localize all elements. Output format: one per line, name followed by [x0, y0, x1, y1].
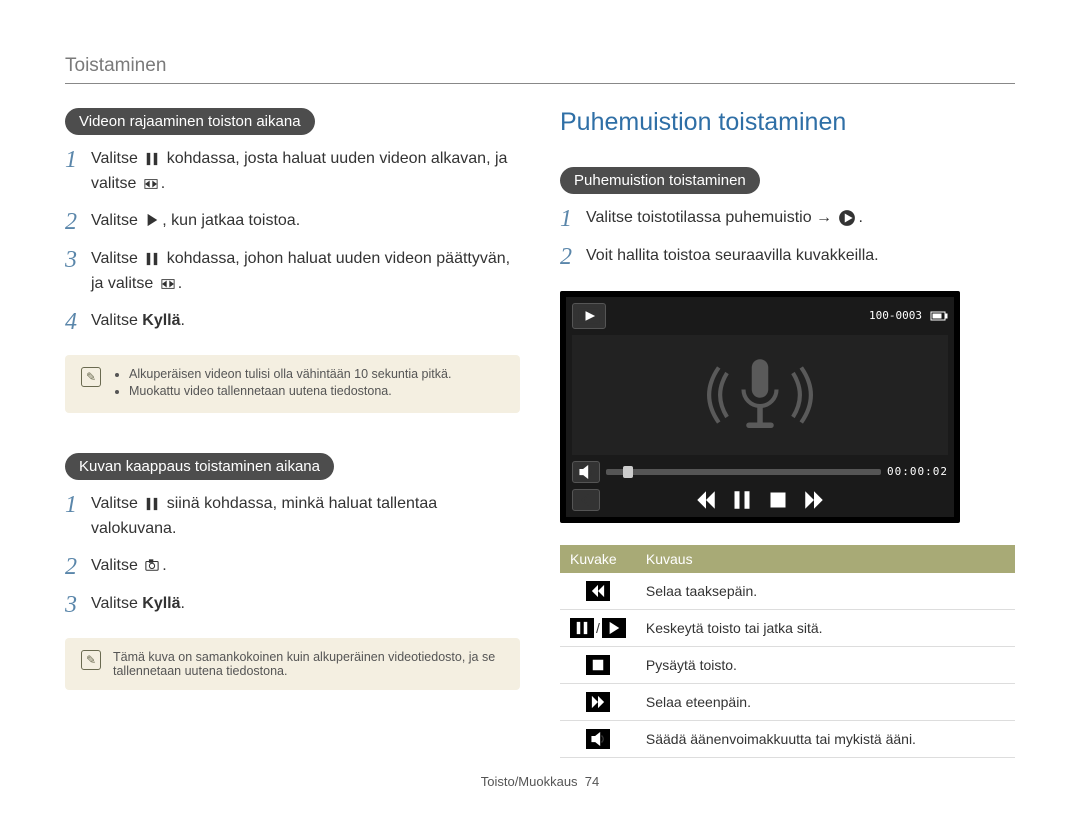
folder-label: 100-0003: [869, 309, 922, 322]
desc: Selaa taaksepäin.: [636, 573, 1015, 610]
desc: Selaa eteenpäin.: [636, 683, 1015, 720]
page-footer: Toisto/Muokkaus 74: [0, 774, 1080, 789]
left-column: Videon rajaaminen toiston aikana 1 Valit…: [65, 108, 520, 758]
note-item: Muokattu video tallennetaan uutena tiedo…: [129, 384, 451, 398]
pause-icon: [144, 252, 160, 266]
step-text: Voit hallita toistoa seuraavilla kuvakke…: [586, 244, 1015, 269]
table-row: Selaa taaksepäin.: [560, 573, 1015, 610]
right-column: Puhemuistion toistaminen Puhemuistion to…: [560, 108, 1015, 758]
step-number: 1: [65, 492, 91, 518]
pause-icon: [570, 618, 594, 638]
playback-mode-icon: [572, 303, 606, 329]
note-icon: ✎: [81, 367, 101, 387]
rewind-icon: [696, 490, 716, 510]
volume-button: [572, 461, 600, 483]
step-text: Valitse kohdassa, josta haluat uuden vid…: [91, 147, 520, 197]
step-number: 1: [65, 147, 91, 173]
elapsed-time: 00:00:02: [887, 465, 948, 478]
rule: [65, 83, 1015, 84]
table-row: Selaa eteenpäin.: [560, 683, 1015, 720]
pill-capture: Kuvan kaappaus toistaminen aikana: [65, 453, 334, 480]
step-number: 1: [560, 206, 586, 232]
step-number: 3: [65, 592, 91, 618]
device-screenshot: 100-0003: [560, 291, 960, 523]
mic-graphic: [572, 335, 948, 455]
play-icon: [602, 618, 626, 638]
trim-icon: [143, 177, 159, 191]
back-button: [572, 489, 600, 511]
th-desc: Kuvaus: [636, 545, 1015, 573]
table-row: / Keskeytä toisto tai jatka sitä.: [560, 609, 1015, 646]
columns: Videon rajaaminen toiston aikana 1 Valit…: [65, 108, 1015, 758]
step-text: Valitse kohdassa, johon haluat uuden vid…: [91, 247, 520, 297]
step-text: Valitse Kyllä.: [91, 309, 520, 334]
note-text: Tämä kuva on samankokoinen kuin alkuperä…: [113, 650, 504, 678]
desc: Säädä äänenvoimakkuutta tai mykistä ääni…: [636, 720, 1015, 757]
note-item: Alkuperäisen videon tulisi olla vähintää…: [129, 367, 451, 381]
stop-icon: [586, 655, 610, 675]
step-text: Valitse Kyllä.: [91, 592, 520, 617]
step-number: 3: [65, 247, 91, 273]
battery-icon: [930, 310, 948, 322]
pill-voice-memo: Puhemuistion toistaminen: [560, 167, 760, 194]
step-number: 2: [65, 209, 91, 235]
forward-icon: [804, 490, 824, 510]
table-row: Säädä äänenvoimakkuutta tai mykistä ääni…: [560, 720, 1015, 757]
pause-icon: [144, 152, 160, 166]
play-icon: [144, 213, 160, 227]
note-icon: ✎: [81, 650, 101, 670]
step-number: 4: [65, 309, 91, 335]
play-circle-icon: [838, 209, 856, 227]
th-icon: Kuvake: [560, 545, 636, 573]
rewind-icon: [586, 581, 610, 601]
table-row: Pysäytä toisto.: [560, 646, 1015, 683]
step-text: Valitse toistotilassa puhemuistio → .: [586, 206, 1015, 231]
trim-icon: [160, 277, 176, 291]
step-text: Valitse siinä kohdassa, minkä haluat tal…: [91, 492, 520, 542]
steps-voice: 1 Valitse toistotilassa puhemuistio → . …: [560, 206, 1015, 271]
camera-icon: [144, 558, 160, 572]
icon-table: Kuvake Kuvaus Selaa taaksepäin. /: [560, 545, 1015, 758]
steps-capture: 1 Valitse siinä kohdassa, minkä haluat t…: [65, 492, 520, 618]
pause-icon: [144, 497, 160, 511]
progress-bar: [606, 469, 881, 475]
desc: Pysäytä toisto.: [636, 646, 1015, 683]
section-title: Toistaminen: [65, 55, 1015, 77]
note-box: ✎ Tämä kuva on samankokoinen kuin alkupe…: [65, 638, 520, 690]
note-box: ✎ Alkuperäisen videon tulisi olla vähint…: [65, 355, 520, 413]
step-text: Valitse , kun jatkaa toistoa.: [91, 209, 520, 234]
manual-page: Toistaminen Videon rajaaminen toiston ai…: [0, 0, 1080, 815]
stop-icon: [768, 490, 788, 510]
note-list: Alkuperäisen videon tulisi olla vähintää…: [113, 367, 451, 401]
pill-trim-video: Videon rajaaminen toiston aikana: [65, 108, 315, 135]
step-number: 2: [560, 244, 586, 270]
pause-icon: [732, 490, 752, 510]
transport-controls: [696, 490, 824, 510]
step-text: Valitse .: [91, 554, 520, 579]
steps-trim: 1 Valitse kohdassa, josta haluat uuden v…: [65, 147, 520, 335]
desc: Keskeytä toisto tai jatka sitä.: [636, 609, 1015, 646]
heading-voice-memo: Puhemuistion toistaminen: [560, 108, 1015, 137]
volume-icon: [586, 729, 610, 749]
step-number: 2: [65, 554, 91, 580]
forward-icon: [586, 692, 610, 712]
